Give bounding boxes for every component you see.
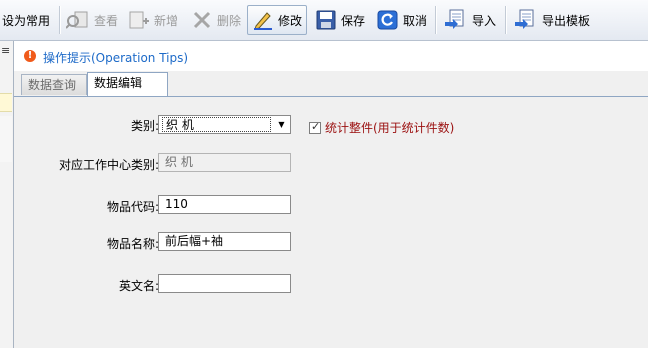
category-label: 类别:	[130, 119, 159, 133]
count-whole-label: 统计整件(用于统计件数)	[325, 121, 455, 135]
edit-form: 类别: 织 机 ▼ 统计整件(用于统计件数) 对应工作中心类别: 织 机 物品代…	[14, 97, 648, 348]
export-template-icon	[515, 9, 534, 29]
save-label: 保存	[341, 13, 366, 28]
export-template-button[interactable]: 导出模板	[510, 5, 594, 35]
english-name-field[interactable]	[158, 274, 291, 293]
item-name-field[interactable]: 前后幅+袖	[158, 232, 291, 251]
cancel-label: 取消	[403, 13, 428, 28]
category-select[interactable]: 织 机 ▼	[158, 115, 291, 134]
operation-tips-text: 操作提示(Operation Tips)	[43, 51, 189, 65]
collapse-icon[interactable]: ≡	[1, 44, 10, 57]
item-name-label: 物品名称:	[106, 237, 159, 251]
chevron-down-icon[interactable]: ▼	[275, 118, 288, 131]
edit-label: 修改	[278, 13, 303, 28]
checkbox-checked-icon[interactable]	[309, 120, 321, 134]
add-label: 新增	[154, 13, 179, 28]
operation-tips-bar: ! 操作提示(Operation Tips)	[14, 41, 648, 71]
left-panel-edge: ≡	[0, 41, 14, 348]
export-template-label: 导出模板	[542, 13, 591, 28]
delete-label: 删除	[217, 13, 242, 28]
item-code-field[interactable]: 110	[158, 195, 291, 214]
left-panel-selected-row[interactable]	[0, 93, 12, 112]
import-label: 导入	[472, 13, 497, 28]
delete-icon	[193, 11, 211, 29]
toolbar: 设为常用 查看 新增 删除 修改 保存 取消 导入 导出模板	[0, 0, 648, 41]
import-button[interactable]: 导入	[440, 5, 500, 35]
tab-bar: 数据查询 数据编辑	[14, 71, 648, 97]
add-icon	[129, 11, 149, 29]
view-label: 查看	[94, 13, 119, 28]
add-button[interactable]: 新增	[124, 5, 182, 35]
toolbar-separator	[59, 6, 61, 34]
save-icon	[316, 10, 336, 30]
set-common-label: 设为常用	[2, 13, 51, 28]
view-icon	[66, 11, 88, 29]
item-code-label: 物品代码:	[106, 200, 159, 214]
set-common-button[interactable]: 设为常用	[0, 5, 54, 35]
view-button[interactable]: 查看	[62, 5, 122, 35]
left-panel-row	[0, 116, 12, 162]
cancel-button[interactable]: 取消	[373, 5, 431, 35]
toolbar-separator	[435, 6, 437, 34]
delete-button[interactable]: 删除	[187, 5, 245, 35]
tab-data-query[interactable]: 数据查询	[21, 74, 87, 95]
english-name-label: 英文名:	[118, 279, 159, 293]
edit-button[interactable]: 修改	[247, 5, 307, 35]
cancel-icon	[377, 10, 398, 30]
work-center-field: 织 机	[158, 153, 291, 172]
warning-icon: !	[24, 50, 36, 62]
save-button[interactable]: 保存	[311, 5, 369, 35]
work-center-label: 对应工作中心类别:	[58, 158, 159, 172]
edit-icon	[254, 12, 272, 30]
category-value: 织 机	[162, 117, 271, 132]
toolbar-separator	[505, 6, 507, 34]
import-icon	[445, 9, 464, 29]
count-whole-checkbox[interactable]: 统计整件(用于统计件数)	[309, 119, 454, 136]
tab-data-edit[interactable]: 数据编辑	[87, 72, 168, 96]
